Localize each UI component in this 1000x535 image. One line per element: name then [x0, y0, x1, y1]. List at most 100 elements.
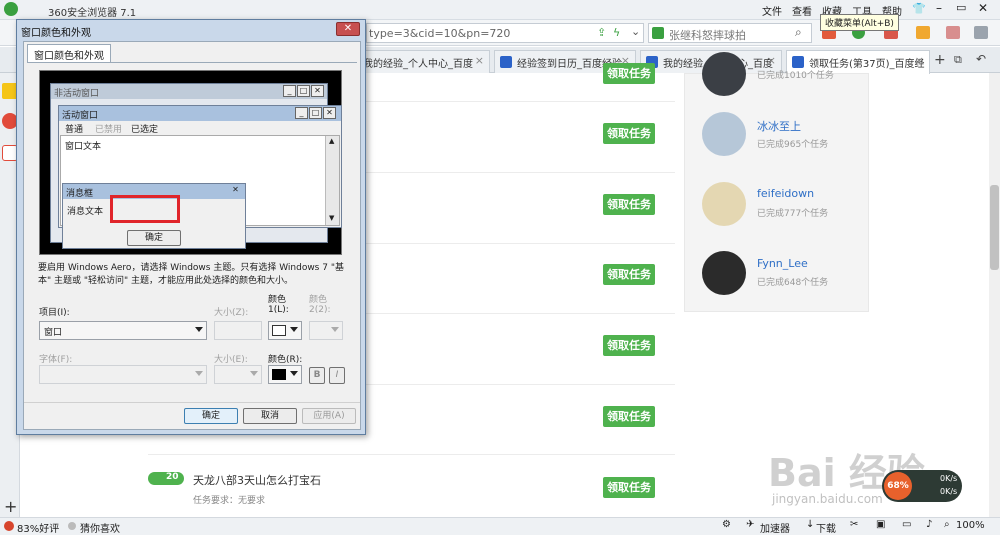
tab-window-color[interactable]: 窗口颜色和外观 [27, 44, 111, 62]
menu-icon[interactable] [974, 26, 988, 39]
user-name[interactable]: 冰冰至上 [757, 118, 801, 134]
tab-close-icon[interactable]: × [915, 54, 924, 67]
baidu-paw-icon [500, 56, 512, 68]
claim-task-button[interactable]: 领取任务 [603, 264, 655, 285]
scrollbar-thumb[interactable] [990, 185, 999, 270]
claim-task-button[interactable]: 领取任务 [603, 477, 655, 498]
claim-task-button[interactable]: 领取任务 [603, 63, 655, 84]
color-swatch [272, 369, 286, 380]
page-scrollbar[interactable] [989, 73, 1000, 517]
item-select[interactable]: 窗口 [39, 321, 207, 340]
tab-close-icon[interactable]: × [475, 54, 484, 67]
button-divider [24, 402, 360, 403]
avatar[interactable] [702, 182, 746, 226]
cancel-button[interactable]: 取消 [243, 408, 297, 424]
color1-label: 颜色 [268, 295, 287, 305]
zoom-icon[interactable]: ⌕ [944, 519, 950, 530]
volume-icon[interactable]: ♪ [926, 519, 932, 530]
screen-icon[interactable]: ▭ [902, 519, 911, 530]
address-input[interactable]: type=3&cid=10&pn=720 ⇪ ϟ ⌄ [366, 23, 644, 43]
menu-file[interactable]: 文件 [762, 3, 782, 18]
tab-close-icon[interactable]: × [767, 54, 776, 67]
new-tab-icon[interactable]: + [934, 52, 946, 68]
ok-button[interactable]: 确定 [184, 408, 238, 424]
scissors-icon[interactable]: ✂ [850, 519, 858, 530]
download-text[interactable]: 下载 [816, 520, 836, 535]
search-icon[interactable]: ⌕ [795, 25, 802, 40]
msgbox-text: 消息文本 [67, 207, 104, 217]
apply-button[interactable]: 应用(A) [302, 408, 356, 424]
font-size-label: 大小(E): [214, 355, 248, 365]
color2-label: 颜色 [309, 295, 328, 305]
sidebar-add-icon[interactable]: + [4, 497, 17, 516]
chevron-down-icon [250, 371, 258, 376]
avatar[interactable] [702, 112, 746, 156]
maximize-icon: □ [297, 85, 310, 97]
user-name[interactable]: Fynn_Lee [757, 257, 808, 270]
status-bar: 83%好评 猜你喜欢 ⚙ ✈ 加速器 ↓ 下载 ✂ ▣ ▭ ♪ ⌕ 100% [0, 517, 1000, 535]
close-icon: ✕ [323, 107, 336, 119]
claim-task-button[interactable]: 领取任务 [603, 194, 655, 215]
task-title[interactable]: 天龙八部3天山怎么打宝石 [193, 472, 321, 488]
zoom-level[interactable]: 100% [956, 520, 985, 531]
download-icon[interactable]: ↓ [806, 519, 814, 530]
font-select[interactable] [39, 365, 207, 384]
preview-scrollbar: ▲ ▼ [325, 136, 339, 225]
tools-icon[interactable] [916, 26, 930, 39]
skin-icon[interactable]: 👕 [912, 2, 926, 15]
claim-task-button[interactable]: 领取任务 [603, 123, 655, 144]
minimize-icon: _ [283, 85, 296, 97]
dropdown-chevron-icon[interactable]: ⌄ [631, 25, 640, 38]
appearance-preview: 非活动窗口 _ □ ✕ 活动窗口 _ □ ✕ 普通 已禁用 已选定 窗口文本 ▲… [39, 70, 342, 255]
tab-divider [27, 62, 357, 63]
bold-button[interactable]: B [309, 367, 325, 384]
claim-task-button[interactable]: 领取任务 [603, 335, 655, 356]
avatar[interactable] [702, 52, 746, 96]
color2-sub: 2(2): [309, 305, 331, 315]
user-count: 已完成1010个任务 [757, 71, 834, 81]
close-window-icon[interactable]: ✕ [978, 1, 988, 15]
undo-close-icon[interactable]: ↶ [976, 52, 986, 66]
dialog-body: 窗口颜色和外观 非活动窗口 _ □ ✕ 活动窗口 _ □ ✕ 普通 已禁用 已选… [23, 41, 361, 430]
search-text: 张继科怒摔球拍 [669, 29, 746, 42]
chevron-down-icon [195, 327, 203, 332]
screenshot-icon[interactable] [946, 26, 960, 39]
maximize-icon[interactable]: ▭ [956, 1, 966, 14]
search-input[interactable]: 张继科怒摔球拍 ⌕ [648, 23, 812, 43]
maximize-icon: □ [309, 107, 322, 119]
rating-icon [4, 521, 14, 531]
claim-task-button[interactable]: 领取任务 [603, 406, 655, 427]
memory-percent: 68% [884, 472, 912, 500]
window-color-dialog: 窗口颜色和外观 ✕ 窗口颜色和外观 非活动窗口 _ □ ✕ 活动窗口 _ □ ✕… [16, 19, 366, 435]
menu-view[interactable]: 查看 [792, 3, 812, 18]
share-icon[interactable]: ⇪ [597, 26, 606, 39]
chevron-down-icon [290, 327, 298, 332]
browser-title: 360安全浏览器 7.1 [48, 8, 137, 19]
search-engine-icon[interactable] [652, 27, 664, 39]
dialog-close-button[interactable]: ✕ [336, 22, 360, 36]
accelerator-text[interactable]: 加速器 [760, 520, 790, 535]
user-name[interactable]: feifeidown [757, 187, 814, 200]
font-size-select[interactable] [214, 365, 262, 384]
tab-list-icon[interactable]: ⧉ [954, 53, 962, 67]
address-text: type=3&cid=10&pn=720 [369, 27, 511, 40]
network-widget[interactable]: 68% 0K/s 0K/s [882, 470, 962, 502]
italic-button[interactable]: I [329, 367, 345, 384]
scroll-up-icon: ▲ [329, 137, 335, 145]
color1-picker[interactable] [268, 321, 302, 340]
rating-text[interactable]: 83%好评 [17, 520, 59, 535]
minimize-icon[interactable]: – [936, 1, 942, 15]
accelerator-icon[interactable]: ✈ [746, 519, 754, 530]
watermark-url: jingyan.baidu.com [772, 492, 883, 506]
browser-logo-icon [4, 2, 18, 16]
avatar[interactable] [702, 251, 746, 295]
lightning-icon[interactable]: ϟ [613, 26, 620, 39]
guess-text[interactable]: 猜你喜欢 [80, 520, 120, 535]
color2-picker[interactable] [309, 321, 343, 340]
size-label: 大小(Z): [214, 308, 249, 318]
speed-icon[interactable]: ⚙ [722, 519, 731, 530]
font-color-picker[interactable] [268, 365, 302, 384]
size-spinner[interactable] [214, 321, 262, 340]
browser-titlebar: 360安全浏览器 7.1 文件 查看 收藏 工具 帮助 👕 – ▭ ✕ 收藏菜单… [0, 0, 1000, 31]
window-icon[interactable]: ▣ [876, 519, 885, 530]
